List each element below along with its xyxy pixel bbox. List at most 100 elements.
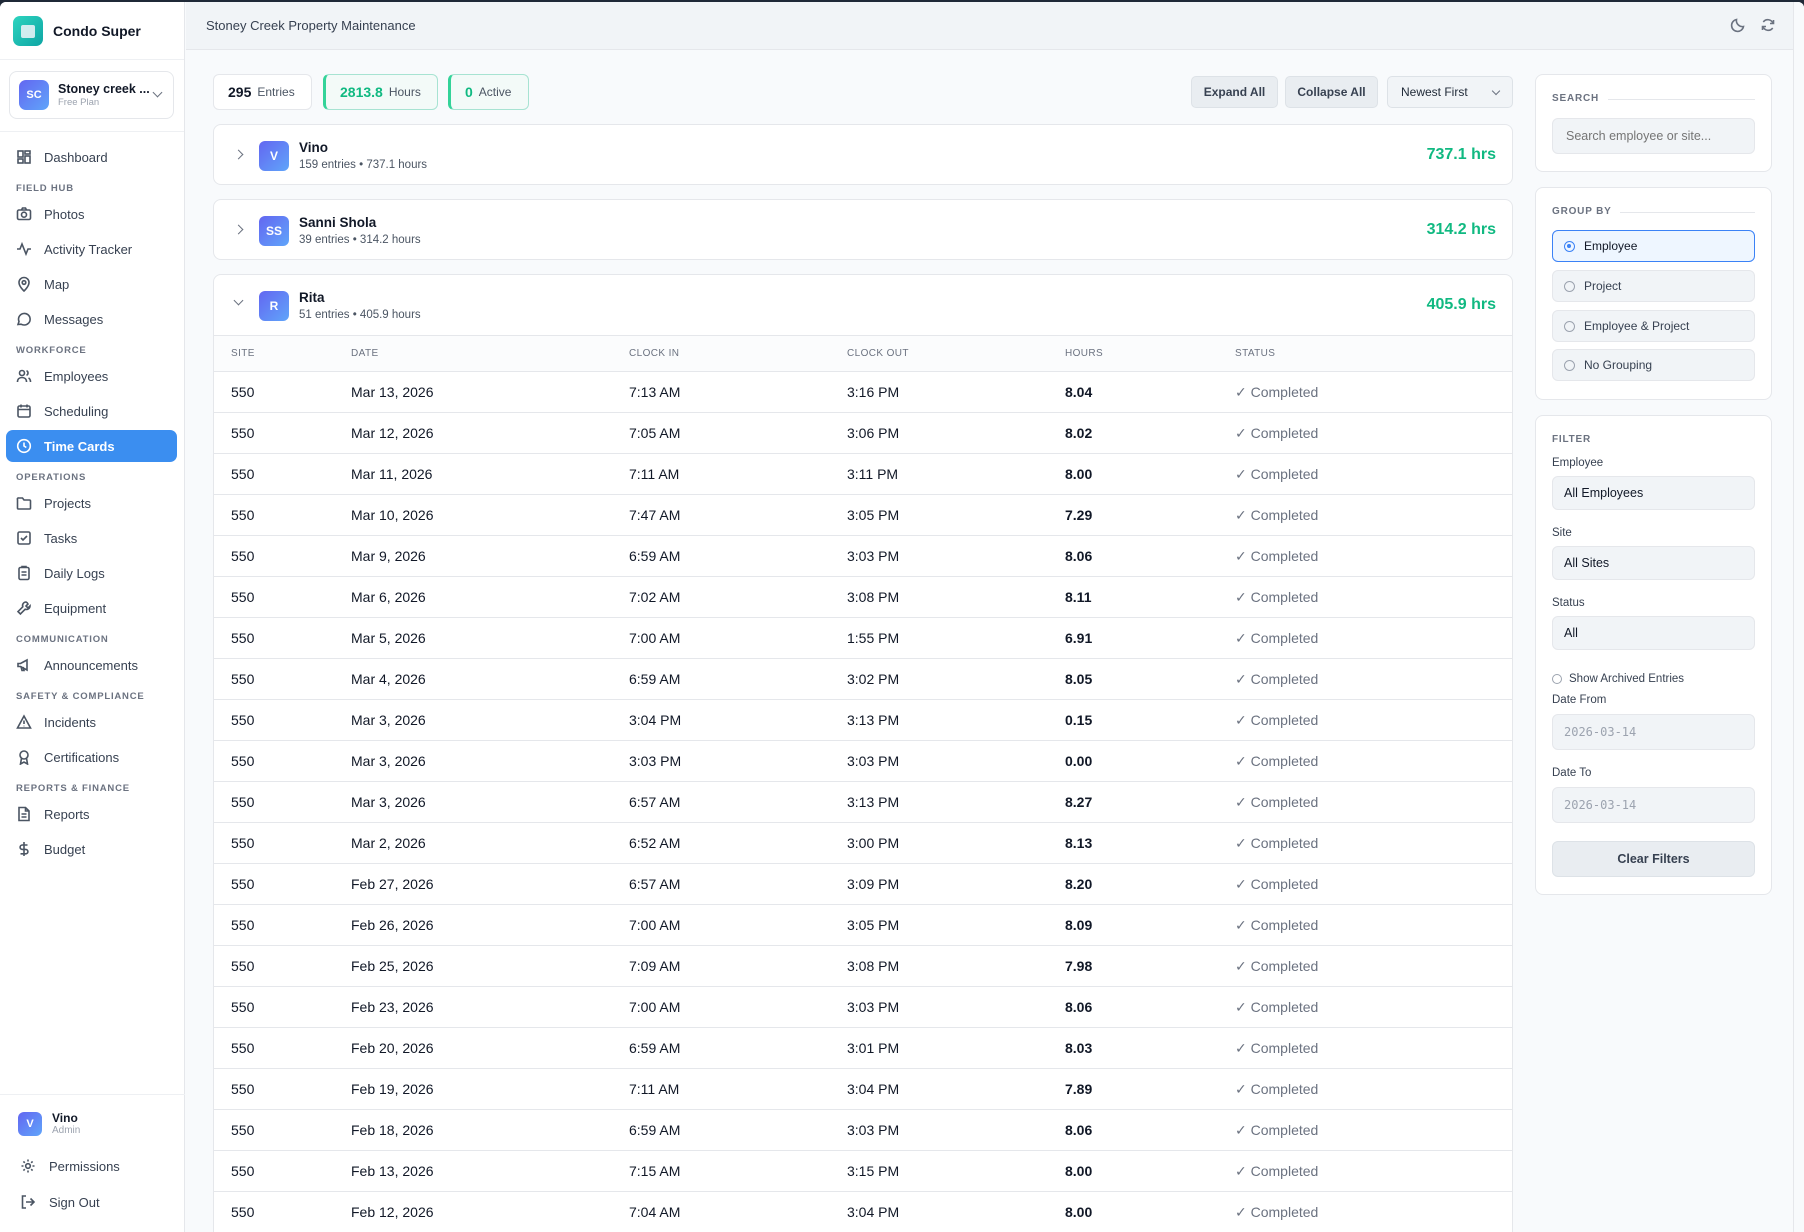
table-row[interactable]: 550 Feb 20, 2026 6:59 AM 3:01 PM 8.03 ✓ Compl… [214,1027,1512,1069]
column-header-clock-out[interactable]: CLOCK OUT [847,335,1065,372]
column-header-clock-in[interactable]: CLOCK IN [629,335,847,372]
table-row[interactable]: 550 Feb 12, 2026 7:04 AM 3:04 PM 8.00 ✓ Compl… [214,1191,1512,1232]
moon-icon[interactable] [1730,17,1746,38]
status-filter-select[interactable]: All [1552,616,1755,650]
date-to-input[interactable]: 2026-03-14 [1552,787,1755,823]
sidebar-item-map[interactable]: Map [6,268,177,300]
refresh-icon[interactable] [1760,17,1776,38]
table-row[interactable]: 550 Mar 6, 2026 7:02 AM 3:08 PM 8.11 ✓ Comple… [214,576,1512,618]
site-filter-label: Site [1552,527,1572,539]
sidebar-item-photos[interactable]: Photos [6,198,177,230]
table-row[interactable]: 550 Mar 10, 2026 7:47 AM 3:05 PM 7.29 ✓ Compl… [214,494,1512,536]
group-header[interactable]: V Vino 159 entries • 737.1 hours 737.1 h… [214,125,1512,185]
sidebar-item-incidents[interactable]: Incidents [6,706,177,738]
column-header-status[interactable]: STATUS [1235,335,1512,372]
entries-label: Entries [257,85,295,99]
table-row[interactable]: 550 Feb 25, 2026 7:09 AM 3:08 PM 7.98 ✓ Compl… [214,945,1512,987]
sidebar-item-sign-out[interactable]: Sign Out [0,1186,185,1218]
active-label: Active [478,85,512,99]
summary-bar: 295 Entries 2813.8 Hours 0 Active Expand… [213,74,1513,110]
sidebar-item-certifications[interactable]: Certifications [6,741,177,773]
site-filter-select[interactable]: All Sites [1552,546,1755,580]
site-cell: 550 [214,822,351,864]
status-cell: ✓ Completed [1235,699,1512,741]
sidebar-item-scheduling[interactable]: Scheduling [6,395,177,427]
date-from-input[interactable]: 2026-03-14 [1552,714,1755,750]
page-title: Stoney Creek Property Maintenance [206,18,416,33]
site-cell: 550 [214,781,351,823]
scrollbar-track[interactable] [1793,2,1804,1232]
group-option-employee-project[interactable]: Employee & Project [1552,310,1755,342]
table-row[interactable]: 550 Feb 27, 2026 6:57 AM 3:09 PM 8.20 ✓ Compl… [214,863,1512,905]
sidebar-item-employees[interactable]: Employees [6,360,177,392]
status-cell: ✓ Completed [1235,371,1512,413]
table-row[interactable]: 550 Mar 12, 2026 7:05 AM 3:06 PM 8.02 ✓ Compl… [214,412,1512,454]
status-cell: ✓ Completed [1235,494,1512,536]
table-row[interactable]: 550 Mar 3, 2026 3:03 PM 3:03 PM 0.00 ✓ Comple… [214,740,1512,782]
sidebar-item-messages[interactable]: Messages [6,303,177,335]
sidebar-item-daily-logs[interactable]: Daily Logs [6,557,177,589]
show-archived-checkbox[interactable]: Show Archived Entries [1552,673,1684,685]
panel-title: GROUP BY [1552,206,1612,217]
clear-filters-button[interactable]: Clear Filters [1552,841,1755,877]
current-user[interactable]: V Vino Admin [0,1095,185,1136]
clock-in-cell: 6:52 AM [629,822,847,864]
sidebar-item-activity[interactable]: Activity Tracker [6,233,177,265]
group-name: Vino [299,140,329,155]
date-cell: Feb 18, 2026 [351,1109,629,1151]
clock-in-cell: 7:00 AM [629,617,847,659]
chevron-down-icon [233,295,244,306]
table-row[interactable]: 550 Mar 9, 2026 6:59 AM 3:03 PM 8.06 ✓ Comple… [214,535,1512,577]
award-icon [16,749,32,765]
clock-in-cell: 3:04 PM [629,699,847,741]
sidebar-item-equipment[interactable]: Equipment [6,592,177,624]
collapse-all-button[interactable]: Collapse All [1285,76,1378,108]
table-row[interactable]: 550 Mar 2, 2026 6:52 AM 3:00 PM 8.13 ✓ Comple… [214,822,1512,864]
group-header[interactable]: R Rita 51 entries • 405.9 hours 405.9 hr… [214,275,1512,335]
column-header-hours[interactable]: HOURS [1065,335,1235,372]
clock-out-cell: 3:11 PM [847,453,1065,495]
table-row[interactable]: 550 Mar 4, 2026 6:59 AM 3:02 PM 8.05 ✓ Comple… [214,658,1512,700]
table-row[interactable]: 550 Mar 5, 2026 7:00 AM 1:55 PM 6.91 ✓ Comple… [214,617,1512,659]
site-cell: 550 [214,699,351,741]
sidebar-item-announcements[interactable]: Announcements [6,649,177,681]
table-row[interactable]: 550 Feb 19, 2026 7:11 AM 3:04 PM 7.89 ✓ Compl… [214,1068,1512,1110]
group-option-project[interactable]: Project [1552,270,1755,302]
employee-filter-select[interactable]: All Employees [1552,476,1755,510]
table-row[interactable]: 550 Feb 26, 2026 7:00 AM 3:05 PM 8.09 ✓ Compl… [214,904,1512,946]
sidebar-item-dashboard[interactable]: Dashboard [6,141,177,173]
table-row[interactable]: 550 Mar 13, 2026 7:13 AM 3:16 PM 8.04 ✓ Compl… [214,371,1512,413]
clock-out-cell: 3:08 PM [847,945,1065,987]
date-cell: Mar 6, 2026 [351,576,629,618]
sidebar-item-time-cards[interactable]: Time Cards [6,430,177,462]
clock-out-cell: 3:03 PM [847,535,1065,577]
wrench-icon [16,600,32,616]
table-row[interactable]: 550 Feb 18, 2026 6:59 AM 3:03 PM 8.06 ✓ Compl… [214,1109,1512,1151]
group-option-none[interactable]: No Grouping [1552,349,1755,381]
table-row[interactable]: 550 Mar 11, 2026 7:11 AM 3:11 PM 8.00 ✓ Compl… [214,453,1512,495]
date-cell: Feb 12, 2026 [351,1191,629,1232]
table-row[interactable]: 550 Feb 23, 2026 7:00 AM 3:03 PM 8.06 ✓ Compl… [214,986,1512,1028]
expand-all-button[interactable]: Expand All [1191,76,1278,108]
sidebar-item-tasks[interactable]: Tasks [6,522,177,554]
clock-out-cell: 3:00 PM [847,822,1065,864]
org-switcher[interactable]: SC Stoney creek ... Free Plan [9,71,174,119]
search-input[interactable] [1552,118,1755,154]
sidebar-item-budget[interactable]: Budget [6,833,177,865]
sidebar-item-projects[interactable]: Projects [6,487,177,519]
table-row[interactable]: 550 Feb 13, 2026 7:15 AM 3:15 PM 8.00 ✓ Compl… [214,1150,1512,1192]
map-pin-icon [16,276,32,292]
brand[interactable]: Condo Super [0,2,184,60]
column-header-site[interactable]: SITE [214,335,351,372]
column-header-date[interactable]: DATE [351,335,629,372]
clock-in-cell: 7:05 AM [629,412,847,454]
sort-select[interactable]: Newest First [1387,76,1513,108]
entries-stat: 295 Entries [213,74,312,110]
group-header[interactable]: SS Sanni Shola 39 entries • 314.2 hours … [214,200,1512,260]
date-cell: Feb 27, 2026 [351,863,629,905]
table-row[interactable]: 550 Mar 3, 2026 6:57 AM 3:13 PM 8.27 ✓ Comple… [214,781,1512,823]
table-row[interactable]: 550 Mar 3, 2026 3:04 PM 3:13 PM 0.15 ✓ Comple… [214,699,1512,741]
group-option-employee[interactable]: Employee [1552,230,1755,262]
sidebar-item-reports[interactable]: Reports [6,798,177,830]
sidebar-item-permissions[interactable]: Permissions [0,1150,185,1182]
